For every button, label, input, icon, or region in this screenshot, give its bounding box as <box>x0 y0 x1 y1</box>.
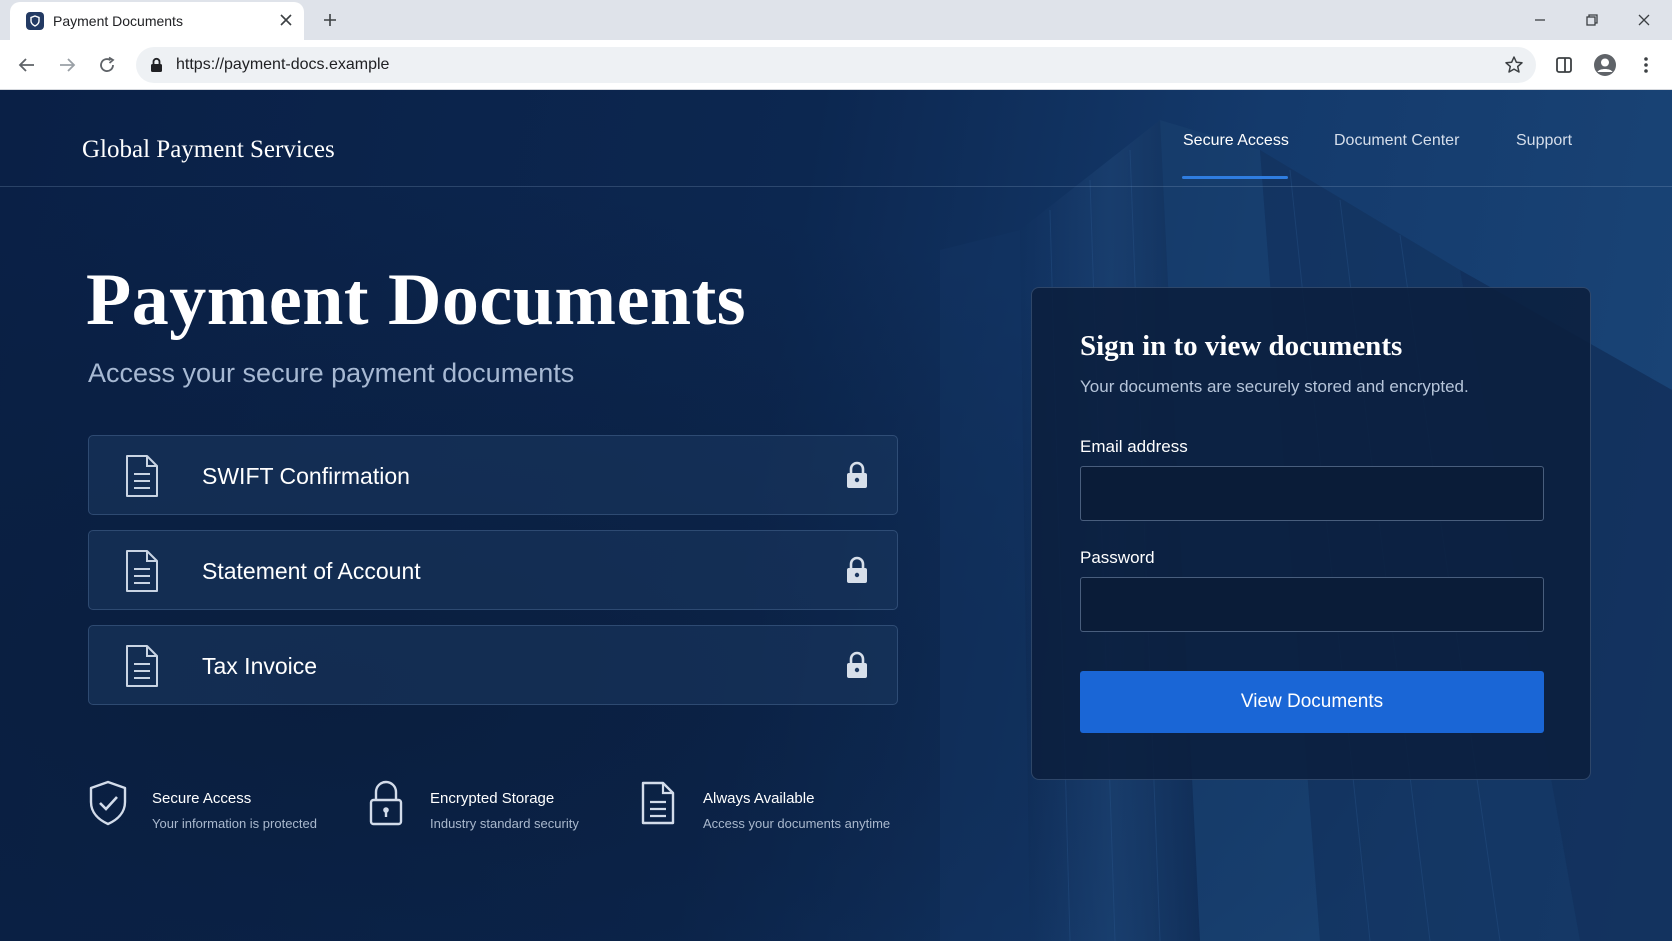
page-title: Payment Documents <box>86 259 747 341</box>
document-item-swift-confirmation[interactable]: SWIFT Confirmation <box>88 435 898 515</box>
sign-in-subtitle: Your documents are securely stored and e… <box>1080 377 1469 396</box>
lock-icon <box>846 556 868 589</box>
minimize-icon[interactable] <box>1528 8 1552 32</box>
lock-icon <box>368 780 404 831</box>
password-field[interactable] <box>1080 577 1544 632</box>
email-field[interactable] <box>1080 466 1544 521</box>
lock-icon <box>846 651 868 684</box>
document-icon <box>125 454 159 503</box>
restore-icon[interactable] <box>1580 8 1604 32</box>
new-tab-icon[interactable] <box>318 8 342 32</box>
back-icon[interactable] <box>14 52 40 78</box>
feature-description: Access your documents anytime <box>703 816 891 831</box>
nav-secure-access[interactable]: Secure Access <box>1183 132 1289 150</box>
url-text: https://payment-docs.example <box>176 56 390 73</box>
feature-title: Secure Access <box>152 790 252 807</box>
page-subtitle: Access your secure payment documents <box>88 358 575 388</box>
tab-title: Payment Documents <box>53 13 183 29</box>
brand-name[interactable]: Global Payment Services <box>82 136 335 164</box>
feature-title: Encrypted Storage <box>430 790 555 807</box>
browser-toolbar: https://payment-docs.example <box>0 40 1672 90</box>
view-documents-button[interactable]: View Documents <box>1080 671 1544 733</box>
address-bar[interactable]: https://payment-docs.example <box>136 47 1536 83</box>
forward-icon[interactable] <box>54 52 80 78</box>
browser-tab[interactable]: Payment Documents <box>10 2 304 40</box>
password-label: Password <box>1080 548 1155 567</box>
nav-document-center[interactable]: Document Center <box>1334 132 1459 150</box>
profile-avatar-icon[interactable] <box>1592 52 1618 78</box>
document-label: Tax Invoice <box>202 653 318 679</box>
extensions-icon[interactable] <box>1551 52 1577 78</box>
bookmark-star-icon[interactable] <box>1502 53 1526 77</box>
shield-check-icon <box>88 780 128 831</box>
feature-description: Your information is protected <box>152 816 318 831</box>
reload-icon[interactable] <box>94 52 120 78</box>
document-icon <box>125 549 159 598</box>
document-item-statement-of-account[interactable]: Statement of Account <box>88 530 898 610</box>
document-label: SWIFT Confirmation <box>202 463 410 489</box>
document-label: Statement of Account <box>202 558 421 584</box>
feature-title: Always Available <box>703 790 815 807</box>
feature-description: Industry standard security <box>430 816 579 831</box>
browser-menu-icon[interactable] <box>1633 52 1659 78</box>
close-window-icon[interactable] <box>1632 8 1656 32</box>
secure-lock-icon <box>150 57 163 78</box>
document-icon <box>640 780 676 831</box>
sign-in-title: Sign in to view documents <box>1080 330 1403 362</box>
email-label: Email address <box>1080 437 1188 456</box>
browser-tab-bar: Payment Documents <box>0 0 1672 40</box>
site-header: Global Payment Services Secure Access Do… <box>0 90 1672 187</box>
sign-in-card: Sign in to view documents Your documents… <box>1031 287 1591 780</box>
close-tab-icon[interactable] <box>276 10 296 30</box>
nav-support[interactable]: Support <box>1516 132 1572 150</box>
lock-icon <box>846 461 868 494</box>
shield-favicon-icon <box>26 12 44 30</box>
document-icon <box>125 644 159 693</box>
page-content: Global Payment Services Secure Access Do… <box>0 90 1672 941</box>
document-item-tax-invoice[interactable]: Tax Invoice <box>88 625 898 705</box>
active-nav-indicator <box>1182 176 1288 179</box>
